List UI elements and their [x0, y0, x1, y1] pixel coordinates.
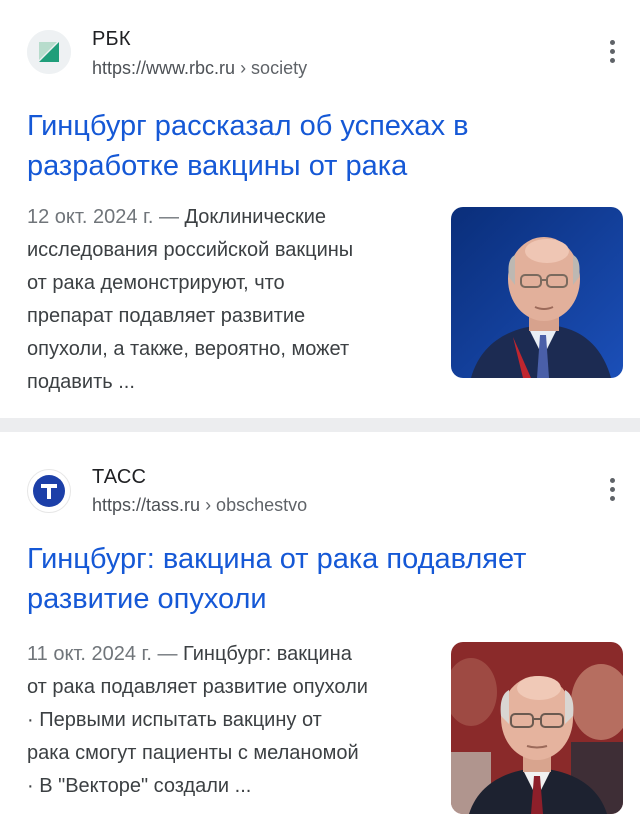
- snippet-line: · В "Векторе" создали ...: [27, 775, 252, 797]
- rbc-logo-icon[interactable]: [27, 30, 71, 74]
- tass-logo-icon[interactable]: [27, 469, 71, 513]
- url-domain: https://www.rbc.ru: [92, 58, 236, 78]
- title-line: Гинцбург рассказал об успехах в: [27, 110, 469, 142]
- snippet-line: Гинцбург: вакцина: [177, 643, 352, 665]
- snippet-line: опухоли, а также, вероятно, может: [27, 338, 350, 360]
- results-divider: [0, 418, 640, 432]
- snippet-line: подавить ...: [27, 371, 135, 393]
- snippet-line: · Первыми испытать вакцину от: [27, 709, 322, 731]
- result-title-link[interactable]: Гинцбург рассказал об успехах в разработ…: [27, 106, 617, 186]
- title-line: разработке вакцины от рака: [27, 150, 408, 182]
- more-options-icon[interactable]: [604, 40, 620, 68]
- search-result-tass: ТАСС https://tass.ru › obschestvo Гинцбу…: [0, 432, 640, 821]
- url-breadcrumb: › obschestvo: [205, 495, 308, 515]
- site-name[interactable]: ТАСС: [92, 466, 146, 489]
- snippet-line: от рака демонстрируют, что: [27, 272, 285, 294]
- snippet-line: рака смогут пациенты с меланомой: [27, 742, 359, 764]
- result-snippet: 12 окт. 2024 г. — Доклинические исследов…: [27, 201, 427, 399]
- more-options-icon[interactable]: [604, 478, 620, 506]
- result-thumbnail[interactable]: [451, 642, 623, 814]
- result-title-link[interactable]: Гинцбург: вакцина от рака подавляет разв…: [27, 539, 617, 619]
- url-breadcrumb: › society: [240, 58, 308, 78]
- snippet-line: Доклинические: [178, 206, 327, 228]
- site-name[interactable]: РБК: [92, 28, 131, 51]
- title-line: Гинцбург: вакцина от рака подавляет: [27, 543, 527, 575]
- search-result-rbc: РБК https://www.rbc.ru › society Гинцбур…: [0, 0, 640, 418]
- site-url[interactable]: https://www.rbc.ru › society: [92, 58, 307, 79]
- site-url[interactable]: https://tass.ru › obschestvo: [92, 495, 307, 516]
- snippet-line: от рака подавляет развитие опухоли: [27, 676, 368, 698]
- url-domain: https://tass.ru: [92, 495, 201, 515]
- result-date: 11 окт. 2024 г. —: [27, 643, 178, 665]
- result-date: 12 окт. 2024 г. —: [27, 206, 179, 228]
- snippet-line: исследования российской вакцины: [27, 239, 354, 261]
- title-line: развитие опухоли: [27, 583, 267, 615]
- result-thumbnail[interactable]: [451, 207, 623, 378]
- result-snippet: 11 окт. 2024 г. — Гинцбург: вакцина от р…: [27, 638, 437, 803]
- snippet-line: препарат подавляет развитие: [27, 305, 306, 327]
